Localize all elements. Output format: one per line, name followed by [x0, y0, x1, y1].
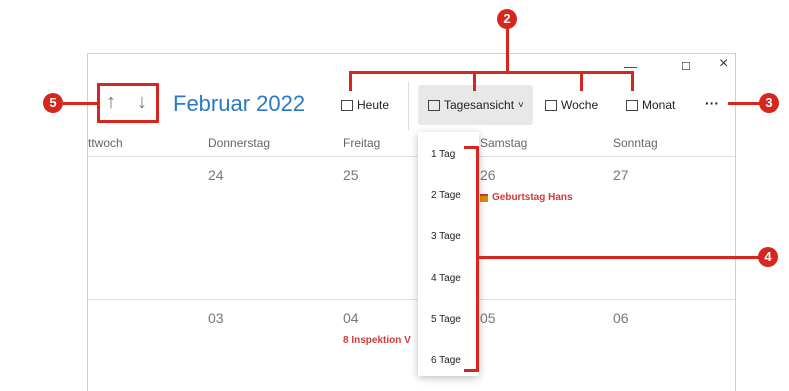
- today-label: Heute: [357, 98, 390, 112]
- month-title: Februar 2022: [173, 91, 306, 116]
- date-cell[interactable]: 03: [208, 310, 224, 326]
- dayview-button[interactable]: Tagesansicht ˅: [418, 85, 533, 125]
- callout-line-4-bracket: [476, 146, 479, 372]
- callout-marker-2: 2: [497, 9, 517, 29]
- menu-item-6-days[interactable]: 6 Tage: [431, 355, 461, 366]
- menu-item-3-days[interactable]: 3 Tage: [431, 231, 461, 242]
- date-cell[interactable]: 27: [613, 167, 629, 183]
- dayhead-friday: Freitag: [343, 136, 381, 150]
- month-label: Monat: [642, 98, 676, 112]
- calendar-month-icon: [626, 99, 638, 111]
- header-divider: [88, 156, 735, 157]
- date-cell[interactable]: 05: [480, 310, 496, 326]
- callout-marker-3: 3: [759, 93, 779, 113]
- callout-line-2-tick: [631, 71, 634, 91]
- calendar-day-icon: [428, 99, 440, 111]
- menu-item-1-day[interactable]: 1 Tag: [431, 149, 455, 160]
- calendar-week-icon: [545, 99, 557, 111]
- dayhead-sunday: Sonntag: [613, 136, 658, 150]
- menu-item-4-days[interactable]: 4 Tage: [431, 273, 461, 284]
- date-cell[interactable]: 04: [343, 310, 359, 326]
- date-cell[interactable]: 25: [343, 167, 359, 183]
- event-birthday[interactable]: Geburtstag Hans: [480, 192, 573, 203]
- week-label: Woche: [561, 98, 599, 112]
- today-button[interactable]: Heute: [341, 96, 389, 114]
- week-divider: [88, 299, 735, 300]
- dayview-dropdown-menu: 1 Tag 2 Tage 3 Tage 4 Tage 5 Tage 6 Tage: [418, 132, 479, 376]
- week-button[interactable]: Woche: [545, 96, 598, 114]
- event-inspection[interactable]: 8 Inspektion V: [343, 335, 411, 346]
- birthday-cake-icon: [480, 193, 488, 202]
- event-title: Geburtstag Hans: [492, 192, 573, 203]
- callout-line-2-stem: [506, 27, 509, 73]
- callout-line-4: [476, 256, 760, 259]
- nav-highlight-box: [97, 83, 159, 123]
- callout-line-3: [728, 102, 760, 105]
- callout-marker-4: 4: [758, 247, 778, 267]
- menu-item-5-days[interactable]: 5 Tage: [431, 314, 461, 325]
- month-button[interactable]: Monat: [626, 96, 675, 114]
- callout-line-5: [63, 102, 97, 105]
- dayhead-wednesday: ttwoch: [88, 136, 123, 150]
- callout-line-4-top: [464, 146, 479, 149]
- callout-line-2-tick: [349, 71, 352, 91]
- date-cell[interactable]: 24: [208, 167, 224, 183]
- chevron-down-icon: ˅: [518, 99, 524, 111]
- calendar-today-icon: [341, 99, 353, 111]
- close-button[interactable]: ×: [719, 56, 728, 72]
- callout-line-4-bottom: [464, 369, 479, 372]
- date-cell[interactable]: 26: [480, 167, 496, 183]
- more-options-icon[interactable]: ···: [705, 95, 719, 111]
- callout-marker-5: 5: [43, 93, 63, 113]
- dayview-label: Tagesansicht: [444, 98, 515, 112]
- calendar-window: — ☐ × ↑ ↓ Februar 2022 Heute Tagesansich…: [87, 53, 736, 391]
- callout-line-2-bar: [349, 71, 634, 74]
- toolbar-separator: [408, 82, 409, 130]
- maximize-button[interactable]: ☐: [681, 60, 691, 74]
- callout-line-2-tick: [473, 71, 476, 91]
- dayhead-thursday: Donnerstag: [208, 136, 271, 150]
- menu-item-2-days[interactable]: 2 Tage: [431, 190, 461, 201]
- dayhead-saturday: Samstag: [480, 136, 528, 150]
- date-cell[interactable]: 06: [613, 310, 629, 326]
- callout-line-2-tick: [580, 71, 583, 91]
